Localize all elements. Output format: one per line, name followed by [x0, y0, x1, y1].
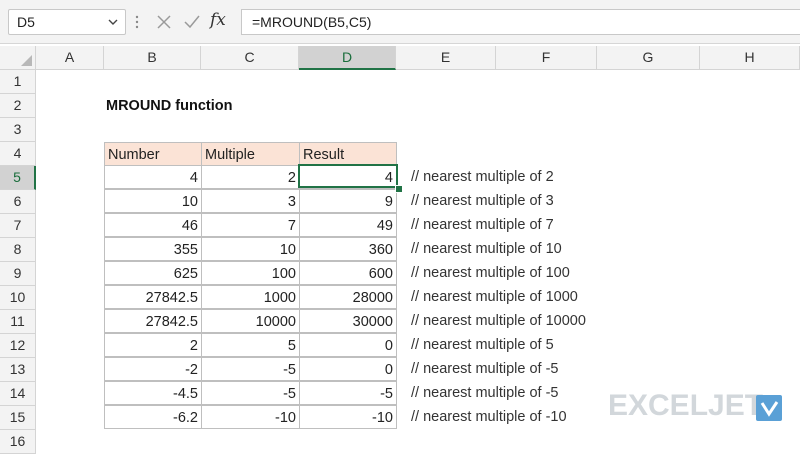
select-all-corner[interactable]	[0, 46, 36, 70]
row-header-10[interactable]: 10	[0, 286, 36, 310]
cell-multiple[interactable]: -5	[201, 381, 300, 405]
cell-number[interactable]: 10	[104, 189, 202, 213]
row-header-6[interactable]: 6	[0, 190, 36, 214]
cell-number[interactable]: 27842.5	[104, 309, 202, 333]
row-header-8[interactable]: 8	[0, 238, 36, 262]
row-header-14[interactable]: 14	[0, 382, 36, 406]
insert-function-icon[interactable]: fx	[210, 10, 226, 30]
chevron-down-icon[interactable]	[107, 15, 119, 34]
cell-result[interactable]: 30000	[299, 309, 397, 333]
cell-result[interactable]: 0	[299, 357, 397, 381]
header-number[interactable]: Number	[104, 142, 202, 166]
column-header-d[interactable]: D	[299, 46, 396, 70]
cell-multiple[interactable]: 7	[201, 213, 300, 237]
logo-check-icon	[756, 395, 782, 426]
cell-result[interactable]: -10	[299, 405, 397, 429]
name-box-value: D5	[17, 14, 35, 30]
column-header-g[interactable]: G	[597, 46, 700, 70]
comment-note[interactable]: // nearest multiple of 7	[411, 213, 554, 237]
comment-note[interactable]: // nearest multiple of 10	[411, 237, 562, 261]
row-header-4[interactable]: 4	[0, 142, 36, 166]
cell-multiple[interactable]: 2	[201, 165, 300, 189]
cell-number[interactable]: 355	[104, 237, 202, 261]
row-header-5[interactable]: 5	[0, 166, 36, 190]
cell-number[interactable]: 27842.5	[104, 285, 202, 309]
cell-result[interactable]: 28000	[299, 285, 397, 309]
row-header-2[interactable]: 2	[0, 94, 36, 118]
comment-note[interactable]: // nearest multiple of -5	[411, 381, 559, 405]
comment-note[interactable]: // nearest multiple of 3	[411, 189, 554, 213]
comment-note[interactable]: // nearest multiple of -5	[411, 357, 559, 381]
cell-result[interactable]: -5	[299, 381, 397, 405]
column-header-a[interactable]: A	[36, 46, 104, 70]
row-header-11[interactable]: 11	[0, 310, 36, 334]
row-header-9[interactable]: 9	[0, 262, 36, 286]
active-cell-border	[298, 164, 398, 188]
row-header-15[interactable]: 15	[0, 406, 36, 430]
enter-check-icon[interactable]	[182, 12, 202, 37]
column-header-h[interactable]: H	[700, 46, 800, 70]
name-box[interactable]: D5	[8, 9, 126, 35]
cell-result[interactable]: 9	[299, 189, 397, 213]
cell-result[interactable]: 360	[299, 237, 397, 261]
formula-input[interactable]: =MROUND(B5,C5)	[241, 9, 800, 35]
more-options-icon[interactable]	[134, 14, 140, 35]
cell-number[interactable]: 2	[104, 333, 202, 357]
cell-number[interactable]: 4	[104, 165, 202, 189]
formula-bar-area: D5 fx =MROUND(B5,C5)	[0, 0, 800, 44]
comment-note[interactable]: // nearest multiple of 1000	[411, 285, 578, 309]
cell-multiple[interactable]: 10000	[201, 309, 300, 333]
comment-note[interactable]: // nearest multiple of -10	[411, 405, 567, 429]
column-header-f[interactable]: F	[496, 46, 597, 70]
cell-number[interactable]: -6.2	[104, 405, 202, 429]
cell-number[interactable]: -4.5	[104, 381, 202, 405]
column-header-e[interactable]: E	[396, 46, 496, 70]
row-header-1[interactable]: 1	[0, 70, 36, 94]
logo-text: EXCELJET	[608, 389, 764, 422]
header-result[interactable]: Result	[299, 142, 397, 166]
row-header-12[interactable]: 12	[0, 334, 36, 358]
cell-result[interactable]: 0	[299, 333, 397, 357]
comment-note[interactable]: // nearest multiple of 10000	[411, 309, 586, 333]
cell-multiple[interactable]: 1000	[201, 285, 300, 309]
comment-note[interactable]: // nearest multiple of 2	[411, 165, 554, 189]
cancel-icon[interactable]	[154, 12, 174, 37]
cell-multiple[interactable]: 5	[201, 333, 300, 357]
row-header-13[interactable]: 13	[0, 358, 36, 382]
sheet-title[interactable]: MROUND function	[106, 94, 232, 118]
comment-note[interactable]: // nearest multiple of 5	[411, 333, 554, 357]
comment-note[interactable]: // nearest multiple of 100	[411, 261, 570, 285]
row-header-16[interactable]: 16	[0, 430, 36, 454]
cell-result[interactable]: 49	[299, 213, 397, 237]
cell-multiple[interactable]: -5	[201, 357, 300, 381]
formula-controls: fx	[148, 9, 236, 35]
fill-handle[interactable]	[395, 185, 403, 193]
cell-multiple[interactable]: 10	[201, 237, 300, 261]
cell-multiple[interactable]: 3	[201, 189, 300, 213]
cell-result[interactable]: 600	[299, 261, 397, 285]
row-header-7[interactable]: 7	[0, 214, 36, 238]
header-multiple[interactable]: Multiple	[201, 142, 300, 166]
column-header-c[interactable]: C	[201, 46, 299, 70]
cell-number[interactable]: 46	[104, 213, 202, 237]
column-header-b[interactable]: B	[104, 46, 201, 70]
cell-number[interactable]: -2	[104, 357, 202, 381]
cell-number[interactable]: 625	[104, 261, 202, 285]
cell-multiple[interactable]: 100	[201, 261, 300, 285]
cell-multiple[interactable]: -10	[201, 405, 300, 429]
row-header-3[interactable]: 3	[0, 118, 36, 142]
formula-text: =MROUND(B5,C5)	[252, 14, 372, 30]
